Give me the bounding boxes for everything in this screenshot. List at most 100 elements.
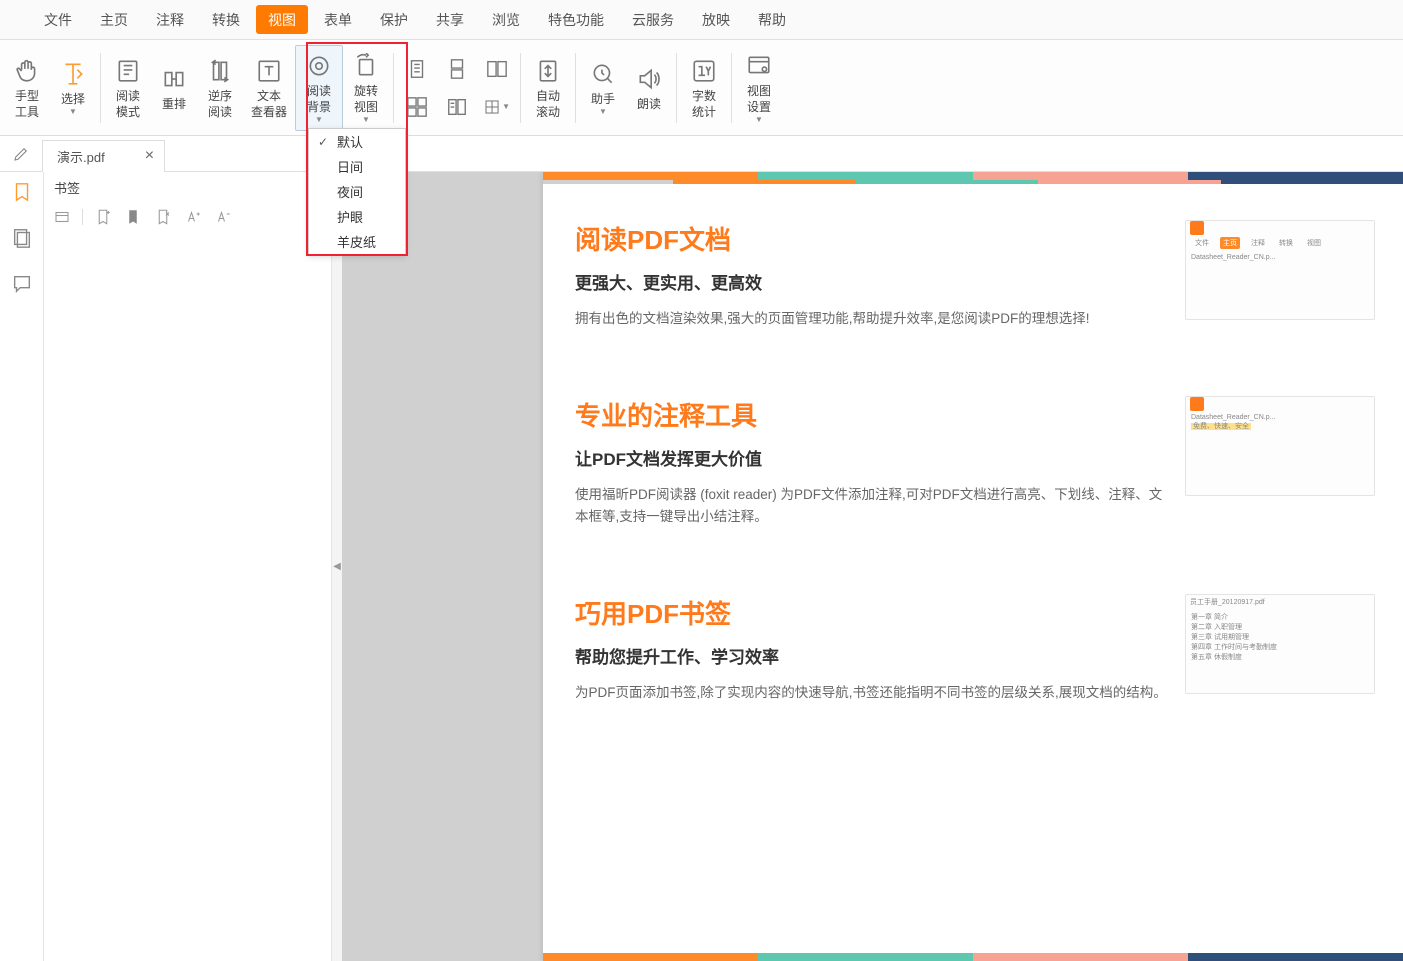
bookmark-delete-button[interactable] [153, 207, 173, 227]
layout-split-button[interactable]: ▼ [484, 94, 510, 120]
menu-help[interactable]: 帮助 [744, 0, 800, 39]
bg-option-parchment[interactable]: 羊皮纸 [309, 229, 405, 254]
section-body: 为PDF页面添加书签,除了实现内容的快速导航,书签还能指明不同书签的层级关系,展… [575, 682, 1169, 704]
separator [676, 53, 677, 123]
select-icon [58, 59, 88, 89]
text-viewer-icon [254, 56, 284, 86]
bookmark-add2-button[interactable] [123, 207, 143, 227]
tool-rotate-view[interactable]: 旋转 视图 ▼ [343, 45, 389, 131]
view-settings-icon [744, 51, 774, 81]
document-tab[interactable]: 演示.pdf × [42, 140, 165, 172]
read-bg-icon [304, 51, 334, 81]
separator [100, 53, 101, 123]
tool-word-count[interactable]: 字数 统计 [681, 45, 727, 131]
separator [520, 53, 521, 123]
menu-present[interactable]: 放映 [688, 0, 744, 39]
tool-auto-scroll[interactable]: 自动 滚动 [525, 45, 571, 131]
reverse-read-icon [205, 56, 235, 86]
layout-continuous-button[interactable] [444, 56, 470, 82]
menu-home[interactable]: 主页 [86, 0, 142, 39]
sidebar-bookmarks-button[interactable] [10, 180, 34, 204]
bookmark-add-button[interactable] [93, 207, 113, 227]
menu-share[interactable]: 共享 [422, 0, 478, 39]
menu-file[interactable]: 文件 [30, 0, 86, 39]
section-heading: 巧用PDF书签 [575, 594, 1169, 631]
caret-icon: ▼ [755, 115, 763, 124]
menu-comment[interactable]: 注释 [142, 0, 198, 39]
tool-hand[interactable]: 手型 工具 [4, 45, 50, 131]
panel-collapse-handle[interactable]: ◀ [332, 172, 342, 961]
bg-option-label: 日间 [337, 157, 363, 176]
tool-hand-label: 手型 工具 [15, 88, 39, 120]
doc-section-1: 阅读PDF文档 更强大、更实用、更高效 拥有出色的文档渲染效果,强大的页面管理功… [543, 184, 1403, 360]
tabbar-edit-icon[interactable] [0, 145, 42, 163]
section-thumbnail: Datasheet_Reader_CN.p...免费、快速、安全 [1185, 396, 1375, 496]
tool-reflow-label: 重排 [162, 96, 186, 112]
layout-cover-button[interactable] [444, 94, 470, 120]
bg-option-label: 默认 [337, 132, 363, 151]
layout-facing-button[interactable] [484, 56, 510, 82]
tool-read-mode[interactable]: 阅读 模式 [105, 45, 151, 131]
tool-word-count-label: 字数 统计 [692, 88, 716, 120]
doc-section-3: 巧用PDF书签 帮助您提升工作、学习效率 为PDF页面添加书签,除了实现内容的快… [543, 558, 1403, 734]
section-subheading: 让PDF文档发挥更大价值 [575, 445, 1169, 470]
bg-option-day[interactable]: 日间 [309, 154, 405, 179]
menu-protect[interactable]: 保护 [366, 0, 422, 39]
menu-cloud[interactable]: 云服务 [618, 0, 688, 39]
menu-convert[interactable]: 转换 [198, 0, 254, 39]
section-body: 拥有出色的文档渲染效果,强大的页面管理功能,帮助提升效率,是您阅读PDF的理想选… [575, 308, 1169, 330]
menu-bar: 文件 主页 注释 转换 视图 表单 保护 共享 浏览 特色功能 云服务 放映 帮… [0, 0, 1403, 40]
hand-icon [12, 56, 42, 86]
assistant-icon [588, 59, 618, 89]
bookmarks-panel-toolbar [44, 203, 331, 231]
tool-select[interactable]: 选择 ▼ [50, 45, 96, 131]
menu-view[interactable]: 视图 [256, 5, 308, 34]
bg-option-label: 羊皮纸 [337, 232, 376, 251]
page-bottom-stripe [543, 953, 1403, 961]
bg-option-label: 护眼 [337, 207, 363, 226]
menu-browse[interactable]: 浏览 [478, 0, 534, 39]
separator [575, 53, 576, 123]
document-viewport[interactable]: 阅读PDF文档 更强大、更实用、更高效 拥有出色的文档渲染效果,强大的页面管理功… [342, 172, 1403, 961]
bg-option-night[interactable]: 夜间 [309, 179, 405, 204]
bg-option-default[interactable]: ✓默认 [309, 129, 405, 154]
tool-reverse-read[interactable]: 逆序 阅读 [197, 45, 243, 131]
section-subheading: 更强大、更实用、更高效 [575, 269, 1169, 294]
auto-scroll-icon [533, 56, 563, 86]
tab-close-button[interactable]: × [145, 147, 154, 165]
doc-section-2: 专业的注释工具 让PDF文档发挥更大价值 使用福昕PDF阅读器 (foxit r… [543, 360, 1403, 558]
document-tab-bar: 演示.pdf × [0, 136, 1403, 172]
main-area: 书签 ◀ 阅读PDF文档 更强大、更实用、更高效 拥有出色的文档渲染效果,强大的… [0, 172, 1403, 961]
sidebar-pages-button[interactable] [10, 226, 34, 250]
page-top-stripe [543, 172, 1403, 180]
tool-view-settings-label: 视图 设置 [747, 83, 771, 115]
tool-text-viewer[interactable]: 文本 查看器 [243, 45, 295, 131]
bookmarks-panel: 书签 [44, 172, 332, 961]
tool-reverse-read-label: 逆序 阅读 [208, 88, 232, 120]
layout-single-page-button[interactable] [404, 56, 430, 82]
tool-read-aloud[interactable]: 朗读 [626, 45, 672, 131]
reflow-icon [159, 64, 189, 94]
tool-read-background[interactable]: 阅读 背景 ▼ [295, 45, 343, 131]
tool-assistant[interactable]: 助手 ▼ [580, 45, 626, 131]
sidebar-comments-button[interactable] [10, 272, 34, 296]
pdf-page: 阅读PDF文档 更强大、更实用、更高效 拥有出色的文档渲染效果,强大的页面管理功… [543, 172, 1403, 961]
layout-facing-continuous-button[interactable] [404, 94, 430, 120]
caret-icon: ▼ [362, 115, 370, 124]
tool-reflow[interactable]: 重排 [151, 45, 197, 131]
separator [393, 53, 394, 123]
bg-option-eye[interactable]: 护眼 [309, 204, 405, 229]
menu-special[interactable]: 特色功能 [534, 0, 618, 39]
bookmark-font-decrease-button[interactable] [213, 207, 233, 227]
section-body: 使用福昕PDF阅读器 (foxit reader) 为PDF文件添加注释,可对P… [575, 484, 1169, 528]
bookmarks-panel-title: 书签 [44, 172, 331, 203]
tool-select-label: 选择 [61, 91, 85, 107]
page-top-stripe-2 [543, 180, 1403, 184]
bookmark-expand-button[interactable] [52, 207, 72, 227]
tool-text-viewer-label: 文本 查看器 [251, 88, 287, 120]
menu-form[interactable]: 表单 [310, 0, 366, 39]
bookmark-font-increase-button[interactable] [183, 207, 203, 227]
tool-view-settings[interactable]: 视图 设置 ▼ [736, 45, 782, 131]
tool-read-aloud-label: 朗读 [637, 96, 661, 112]
tool-read-mode-label: 阅读 模式 [116, 88, 140, 120]
